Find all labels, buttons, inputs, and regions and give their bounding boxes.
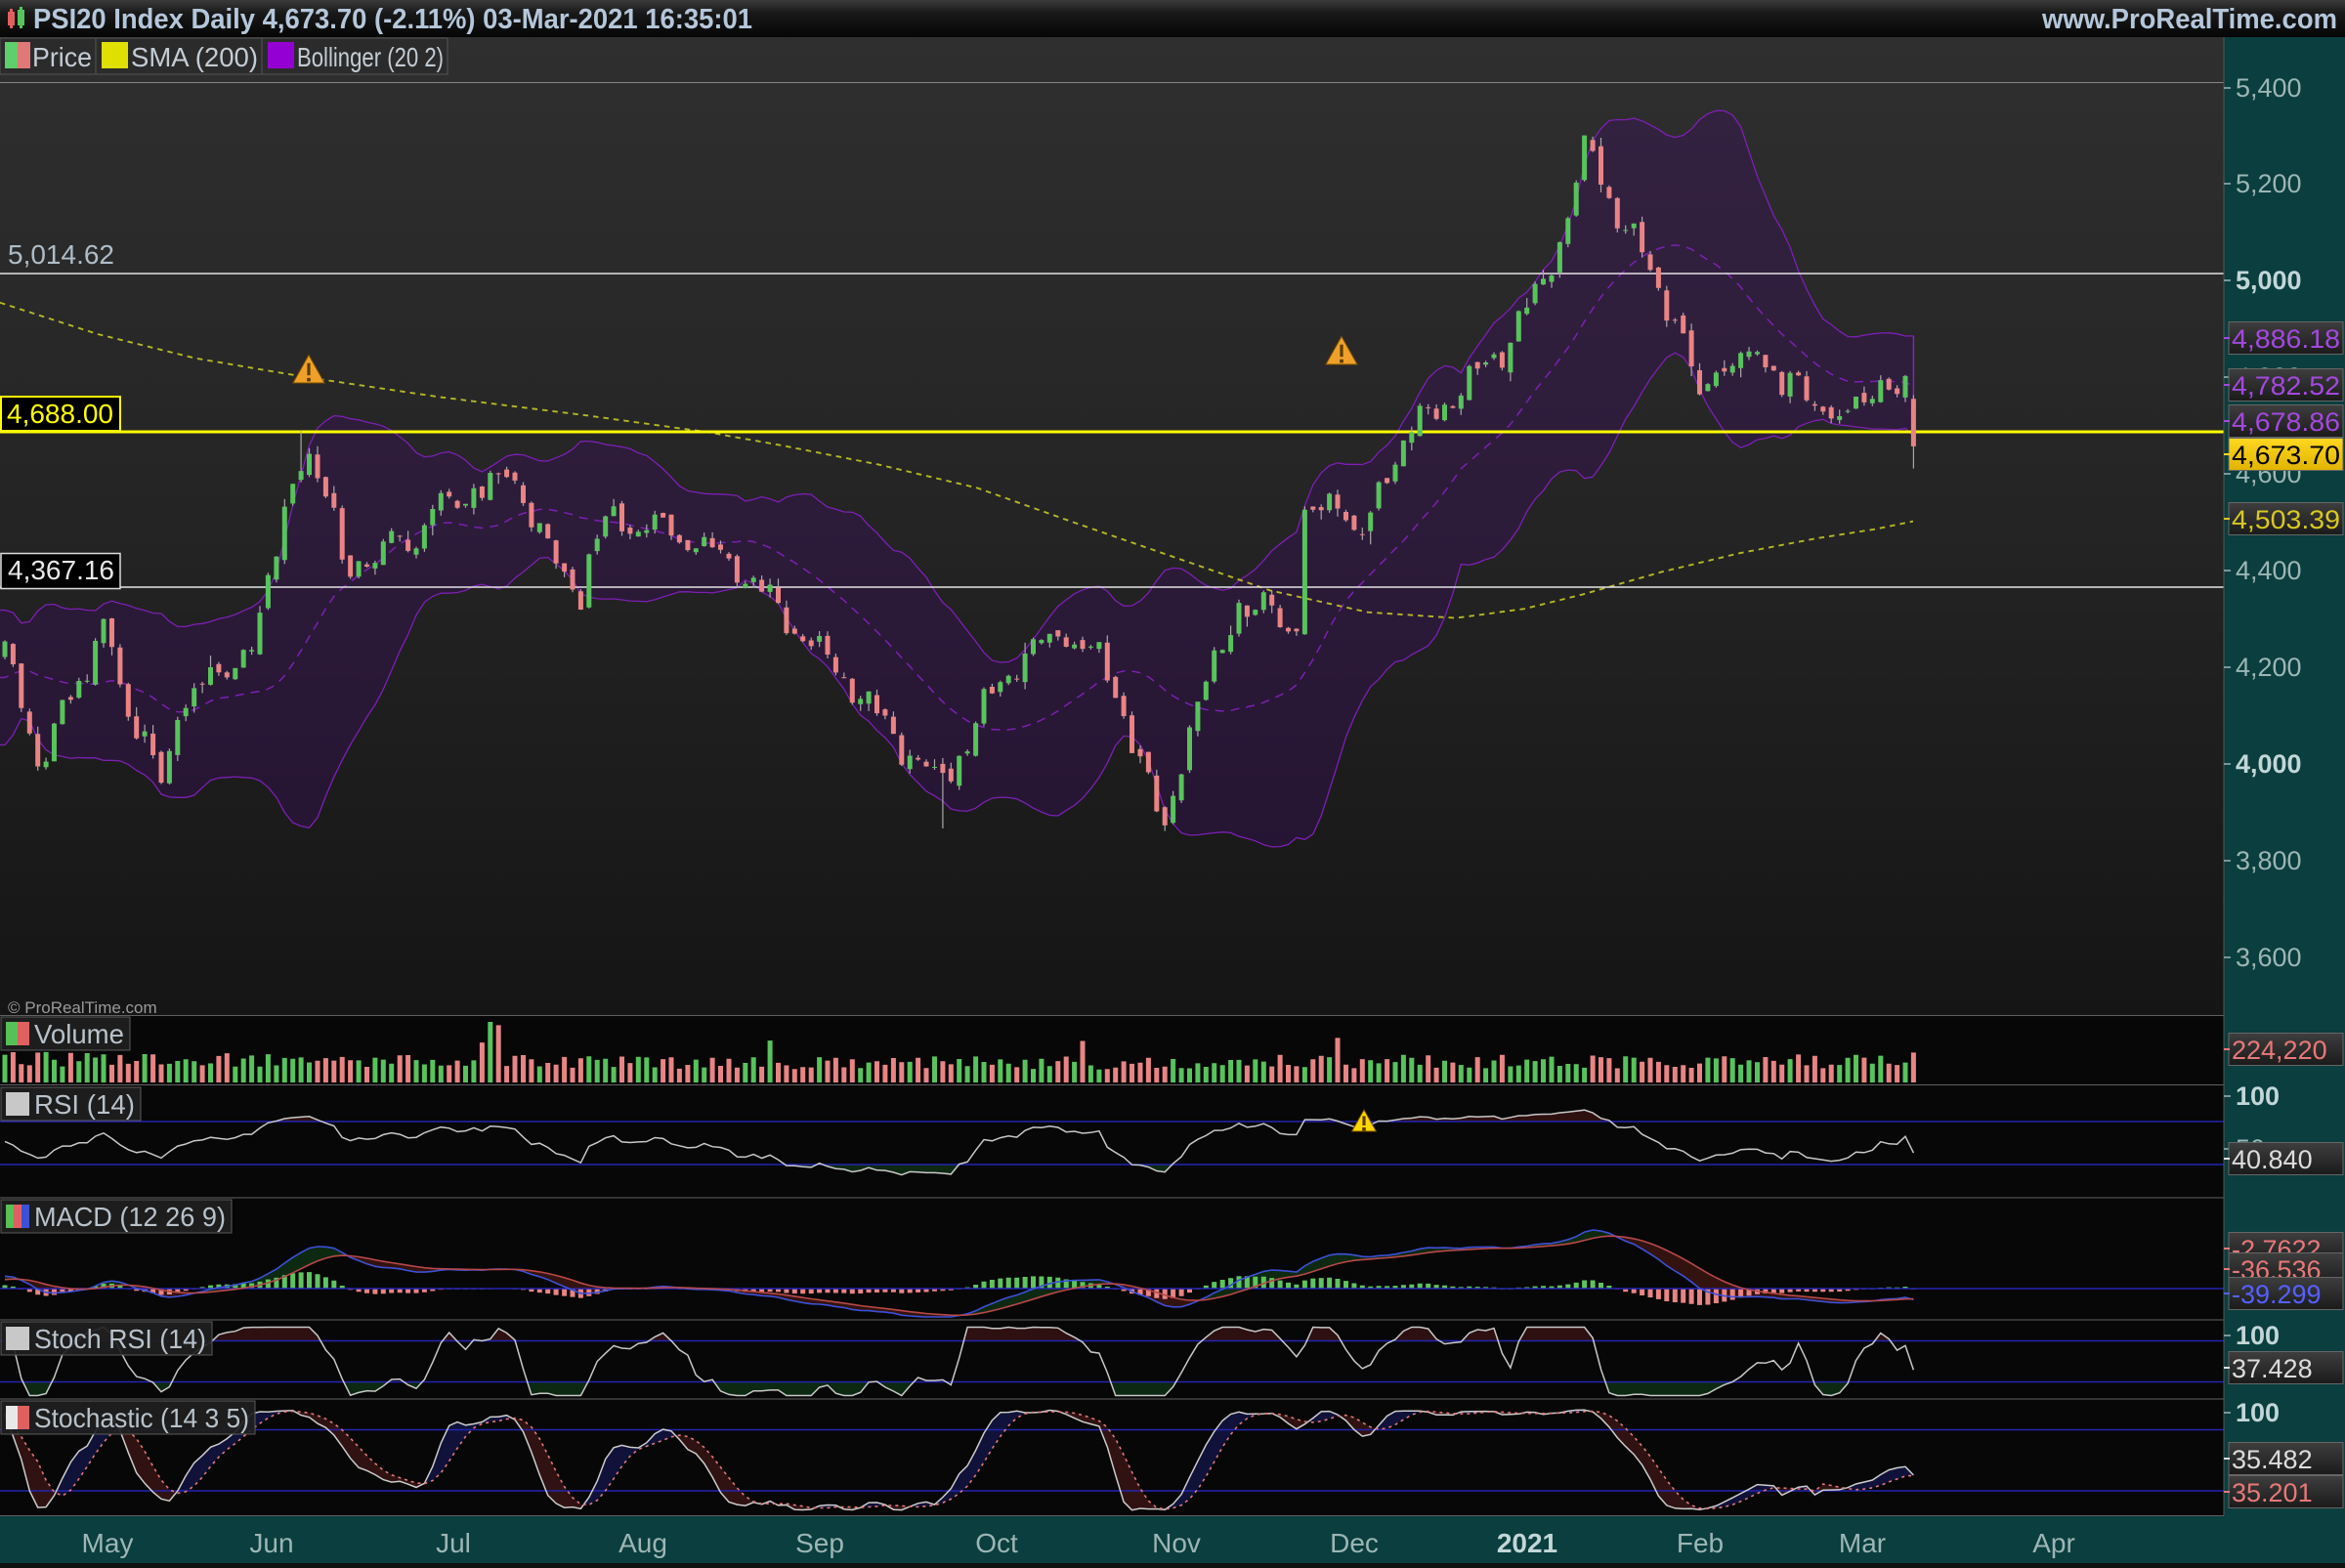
svg-text:4,000: 4,000	[2236, 749, 2302, 779]
svg-text:37.428: 37.428	[2232, 1354, 2313, 1383]
svg-text:5,000: 5,000	[2236, 266, 2302, 295]
svg-text:3,800: 3,800	[2236, 846, 2302, 875]
svg-text:4,886.18: 4,886.18	[2232, 324, 2340, 354]
svg-text:MACD (12 26 9): MACD (12 26 9)	[34, 1202, 226, 1232]
svg-text:5,014.62: 5,014.62	[8, 239, 114, 270]
svg-text:224,220: 224,220	[2232, 1036, 2327, 1065]
svg-text:SMA (200): SMA (200)	[131, 42, 258, 72]
svg-text:Volume: Volume	[34, 1019, 124, 1049]
svg-text:-39.299: -39.299	[2232, 1280, 2322, 1309]
svg-text:35.201: 35.201	[2232, 1478, 2313, 1507]
svg-text:100: 100	[2236, 1398, 2280, 1427]
svg-text:Jul: Jul	[436, 1528, 471, 1558]
svg-text:5,200: 5,200	[2236, 169, 2302, 198]
svg-text:Apr: Apr	[2032, 1528, 2075, 1558]
svg-text:Nov: Nov	[1152, 1528, 1201, 1558]
svg-text:4,367.16: 4,367.16	[8, 555, 114, 585]
svg-text:Stochastic (14 3 5): Stochastic (14 3 5)	[34, 1403, 249, 1433]
svg-text:4,200: 4,200	[2236, 653, 2302, 682]
svg-text:Dec: Dec	[1330, 1528, 1379, 1558]
svg-text:Aug: Aug	[618, 1528, 667, 1558]
svg-text:© ProRealTime.com: © ProRealTime.com	[8, 998, 157, 1017]
svg-text:4,678.86: 4,678.86	[2232, 407, 2340, 437]
svg-text:Feb: Feb	[1677, 1528, 1724, 1558]
svg-text:Price: Price	[32, 42, 92, 72]
svg-text:40.840: 40.840	[2232, 1145, 2313, 1174]
svg-text:Stoch RSI (14): Stoch RSI (14)	[34, 1324, 206, 1354]
svg-text:4,782.52: 4,782.52	[2232, 371, 2340, 401]
svg-text:Jun: Jun	[249, 1528, 293, 1558]
svg-text:Bollinger (20 2): Bollinger (20 2)	[297, 42, 444, 72]
svg-text:Sep: Sep	[795, 1528, 844, 1558]
svg-text:100: 100	[2236, 1081, 2280, 1111]
svg-text:35.482: 35.482	[2232, 1445, 2313, 1474]
svg-text:4,400: 4,400	[2236, 556, 2302, 585]
svg-text:May: May	[82, 1528, 134, 1558]
svg-text:4,688.00: 4,688.00	[7, 399, 113, 429]
svg-text:Mar: Mar	[1839, 1528, 1886, 1558]
svg-text:2021: 2021	[1497, 1528, 1557, 1558]
svg-text:100: 100	[2236, 1321, 2280, 1350]
svg-text:PSI20 Index Daily 4,673.70 (-2: PSI20 Index Daily 4,673.70 (-2.11%) 03-M…	[33, 4, 752, 35]
svg-text:3,600: 3,600	[2236, 943, 2302, 972]
svg-text:4,503.39: 4,503.39	[2232, 505, 2340, 534]
svg-text:5,400: 5,400	[2236, 73, 2302, 103]
svg-text:RSI (14): RSI (14)	[34, 1089, 135, 1120]
svg-text:Oct: Oct	[975, 1528, 1018, 1558]
svg-text:www.ProRealTime.com: www.ProRealTime.com	[2041, 4, 2337, 35]
svg-text:4,673.70: 4,673.70	[2232, 441, 2340, 470]
